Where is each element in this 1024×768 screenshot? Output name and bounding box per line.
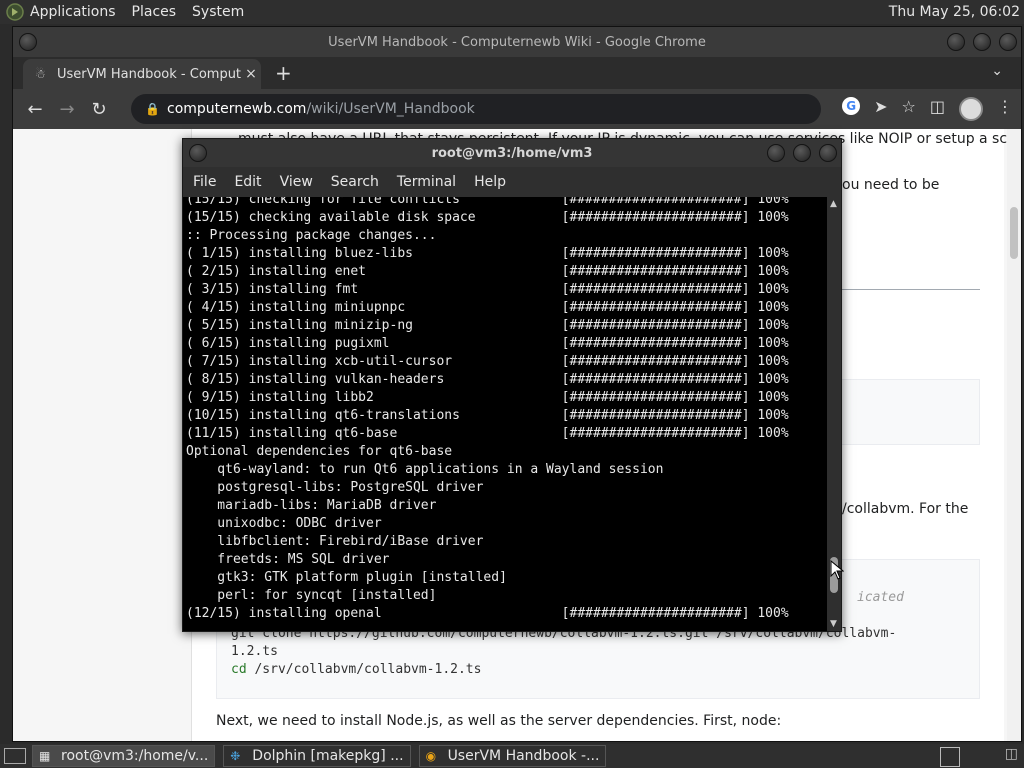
menu-help[interactable]: Help (474, 174, 506, 190)
url-path: /wiki/UserVM_Handbook (306, 101, 475, 117)
terminal-line: mariadb-libs: MariaDB driver (186, 498, 437, 513)
terminal-line: ( 4/15) installing miniupnpc [##########… (186, 300, 789, 315)
terminal-line: (15/15) checking available disk space [#… (186, 210, 789, 225)
task-chrome[interactable]: ◉ UserVM Handbook -... (418, 745, 607, 767)
menu-view[interactable]: View (280, 174, 313, 190)
terminal-line: libfbclient: Firebird/iBase driver (186, 534, 484, 549)
terminal-line: ( 3/15) installing fmt [################… (186, 282, 789, 297)
tab-uservm-handbook[interactable]: ☃ UserVM Handbook - Computer × (23, 59, 261, 89)
article-text-collabvm: /collabvm. For the (842, 501, 969, 517)
terminal-line: ( 6/15) installing pugixml [############… (186, 336, 789, 351)
terminal-line: ( 9/15) installing libb2 [##############… (186, 390, 789, 405)
address-bar[interactable]: 🔒 computernewb.com/wiki/UserVM_Handbook (131, 94, 821, 124)
scroll-down-arrow-icon[interactable]: ▼ (830, 619, 837, 629)
wiki-favicon-icon: ☃ (35, 67, 46, 81)
menu-file[interactable]: File (193, 174, 216, 190)
terminal-title: root@vm3:/home/vm3 (431, 145, 593, 161)
terminal-line: :: Processing package changes... (186, 228, 437, 243)
terminal-line: ( 5/15) installing minizip-ng [#########… (186, 318, 789, 333)
page-scrollbar[interactable] (1007, 129, 1021, 741)
bookmark-star-icon[interactable]: ☆ (902, 97, 916, 121)
article-text-next: Next, we need to install Node.js, as wel… (216, 713, 782, 729)
terminal-line: ( 7/15) installing xcb-util-cursor [####… (186, 354, 789, 369)
places-menu[interactable]: Places (132, 4, 177, 20)
chrome-app-icon: ◉ (425, 749, 437, 763)
chrome-toolbar: ← → ↻ 🔒 computernewb.com/wiki/UserVM_Han… (13, 89, 1021, 129)
mouse-pointer-icon (830, 560, 844, 580)
terminal-line: (12/15) installing openal [#############… (186, 606, 789, 621)
terminal-close-icon[interactable] (819, 144, 837, 162)
trash-icon[interactable]: ◫ (1005, 746, 1018, 762)
terminal-window-menu-icon[interactable] (189, 144, 207, 162)
terminal-line: ( 2/15) installing enet [###############… (186, 264, 789, 279)
minimize-icon[interactable] (947, 33, 965, 51)
terminal-line: gtk3: GTK platform plugin [installed] (186, 570, 507, 585)
workspace-switcher-icon[interactable] (940, 747, 960, 767)
tab-strip: ☃ UserVM Handbook - Computer × + ⌄ (13, 57, 1021, 89)
new-tab-button[interactable]: + (275, 61, 292, 85)
code-line-clone-cont: 1.2.ts (231, 644, 278, 659)
reload-button[interactable]: ↻ (83, 99, 115, 120)
page-scroll-thumb[interactable] (1010, 207, 1018, 259)
task-label: root@vm3:/home/v... (61, 748, 209, 764)
terminal-window: root@vm3:/home/vm3 File Edit View Search… (182, 138, 842, 632)
terminal-maximize-icon[interactable] (793, 144, 811, 162)
terminal-line: postgresql-libs: PostgreSQL driver (186, 480, 484, 495)
applications-menu[interactable]: Applications (30, 4, 116, 20)
terminal-minimize-icon[interactable] (767, 144, 785, 162)
close-icon[interactable] (999, 33, 1017, 51)
terminal-line: ( 8/15) installing vulkan-headers [#####… (186, 372, 789, 387)
share-icon[interactable]: ➤ (874, 97, 887, 121)
code-keyword-cd: cd (231, 662, 247, 677)
toolbar-actions: G ➤ ☆ ◫ ⋮ (842, 97, 1013, 121)
terminal-app-icon: ▦ (39, 749, 51, 763)
chrome-window-title: UserVM Handbook - Computernewb Wiki - Go… (328, 34, 706, 50)
chrome-titlebar[interactable]: UserVM Handbook - Computernewb Wiki - Go… (13, 27, 1021, 57)
url-host: computernewb.com (167, 101, 307, 117)
profile-avatar[interactable] (959, 97, 983, 121)
code-comment: icated (857, 590, 904, 605)
tab-close-icon[interactable]: × (241, 66, 261, 82)
dolphin-app-icon: ❉ (230, 749, 241, 763)
terminal-line: qt6-wayland: to run Qt6 applications in … (186, 462, 664, 477)
window-menu-icon[interactable] (19, 33, 37, 51)
system-menu[interactable]: System (192, 4, 244, 20)
terminal-line: Optional dependencies for qt6-base (186, 444, 453, 459)
lock-icon[interactable]: 🔒 (145, 102, 160, 116)
tab-title: UserVM Handbook - Computer (57, 66, 241, 82)
bottom-panel: ▦ root@vm3:/home/v... ❉ Dolphin [makepkg… (0, 744, 1024, 768)
terminal-line: (11/15) installing qt6-base [###########… (186, 426, 789, 441)
forward-button[interactable]: → (51, 99, 83, 120)
terminal-line: unixodbc: ODBC driver (186, 516, 382, 531)
code-cd-path: /srv/collabvm/collabvm-1.2.ts (246, 662, 482, 677)
menu-edit[interactable]: Edit (234, 174, 261, 190)
terminal-line: ( 1/15) installing bluez-libs [#########… (186, 246, 789, 261)
task-label: Dolphin [makepkg] ... (252, 748, 404, 764)
chrome-menu-icon[interactable]: ⋮ (997, 97, 1013, 121)
google-lens-icon[interactable]: G (842, 97, 861, 115)
task-dolphin[interactable]: ❉ Dolphin [makepkg] ... (223, 745, 411, 767)
task-terminal[interactable]: ▦ root@vm3:/home/v... (32, 745, 216, 767)
menu-terminal[interactable]: Terminal (397, 174, 456, 190)
terminal-titlebar[interactable]: root@vm3:/home/vm3 (183, 139, 841, 167)
code-line-cd: cd /srv/collabvm/collabvm-1.2.ts (231, 662, 481, 677)
task-label: UserVM Handbook -... (447, 748, 600, 764)
scroll-up-arrow-icon[interactable]: ▲ (830, 199, 837, 209)
terminal-line: perl: for syncqt [installed] (186, 588, 437, 603)
terminal-output[interactable]: (15/15) checking for file conflicts [###… (183, 197, 827, 631)
terminal-line: (10/15) installing qt6-translations [###… (186, 408, 789, 423)
distro-logo-icon[interactable] (6, 3, 24, 21)
menu-search[interactable]: Search (331, 174, 379, 190)
show-desktop-icon[interactable] (4, 748, 26, 764)
side-panel-icon[interactable]: ◫ (930, 97, 945, 121)
terminal-menubar: File Edit View Search Terminal Help (183, 167, 841, 197)
tab-search-chevron-icon[interactable]: ⌄ (991, 63, 1003, 79)
terminal-line: (15/15) checking for file conflicts [###… (186, 197, 789, 207)
article-text-fragment: ou need to be (842, 177, 940, 193)
maximize-icon[interactable] (973, 33, 991, 51)
terminal-line: freetds: MS SQL driver (186, 552, 390, 567)
back-button[interactable]: ← (19, 99, 51, 120)
top-panel: Applications Places System Thu May 25, 0… (0, 0, 1024, 24)
clock[interactable]: Thu May 25, 06:02 (889, 4, 1020, 20)
